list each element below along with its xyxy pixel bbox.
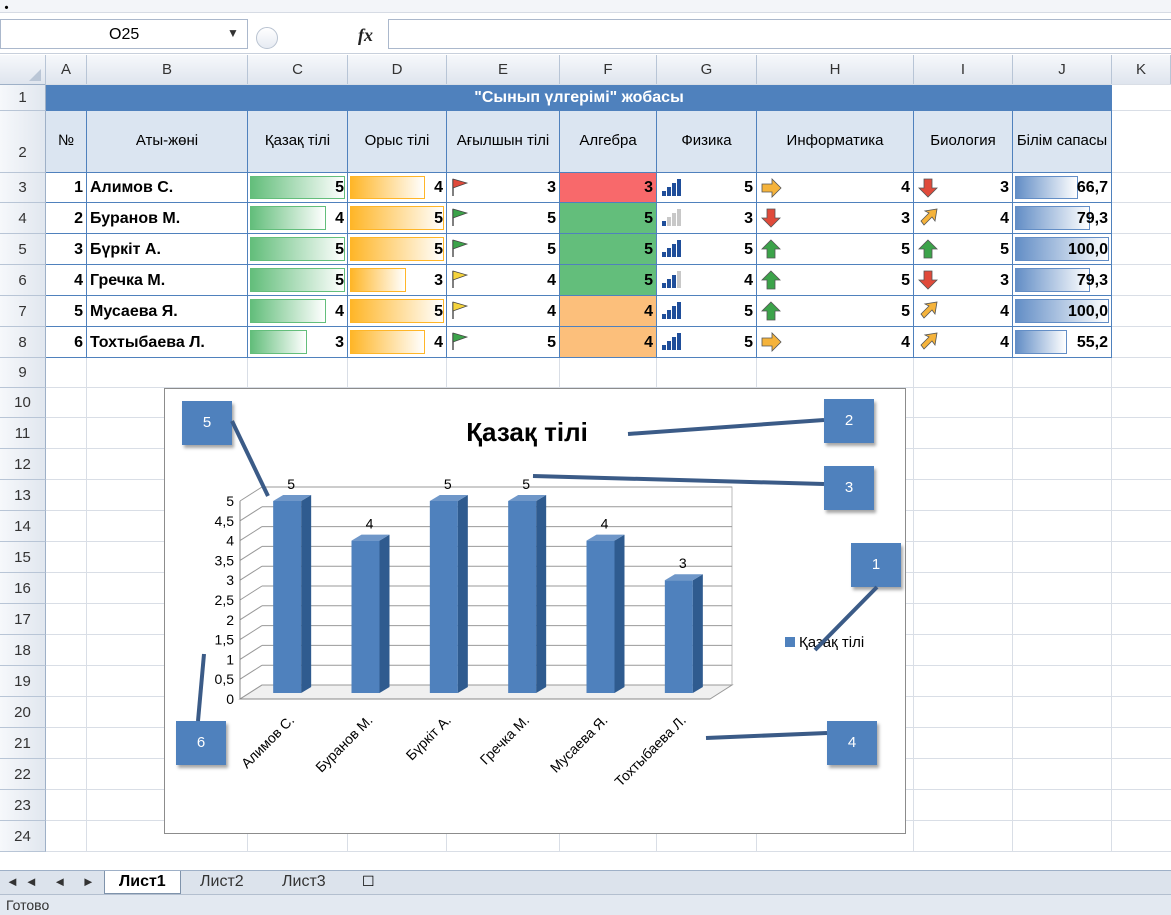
callout-line (230, 420, 270, 497)
tab-sheet3[interactable]: Лист3 (268, 871, 340, 894)
status-text: Готово (6, 897, 50, 913)
insert-sheet-icon[interactable]: ☐ (362, 873, 375, 890)
callout-line (196, 653, 206, 722)
callout-lines (196, 418, 879, 740)
callout-line (813, 585, 879, 652)
tab-sheet2[interactable]: Лист2 (186, 871, 258, 894)
sheet-tabs-bar: ◄◄ ◄ ► ►► Лист1 Лист2 Лист3 ☐ (0, 870, 1171, 894)
tab-sheet1[interactable]: Лист1 (104, 871, 181, 894)
callout-line (532, 474, 825, 486)
status-bar: Готово (0, 894, 1171, 915)
callout-line (705, 731, 828, 740)
callout-line (627, 418, 825, 436)
